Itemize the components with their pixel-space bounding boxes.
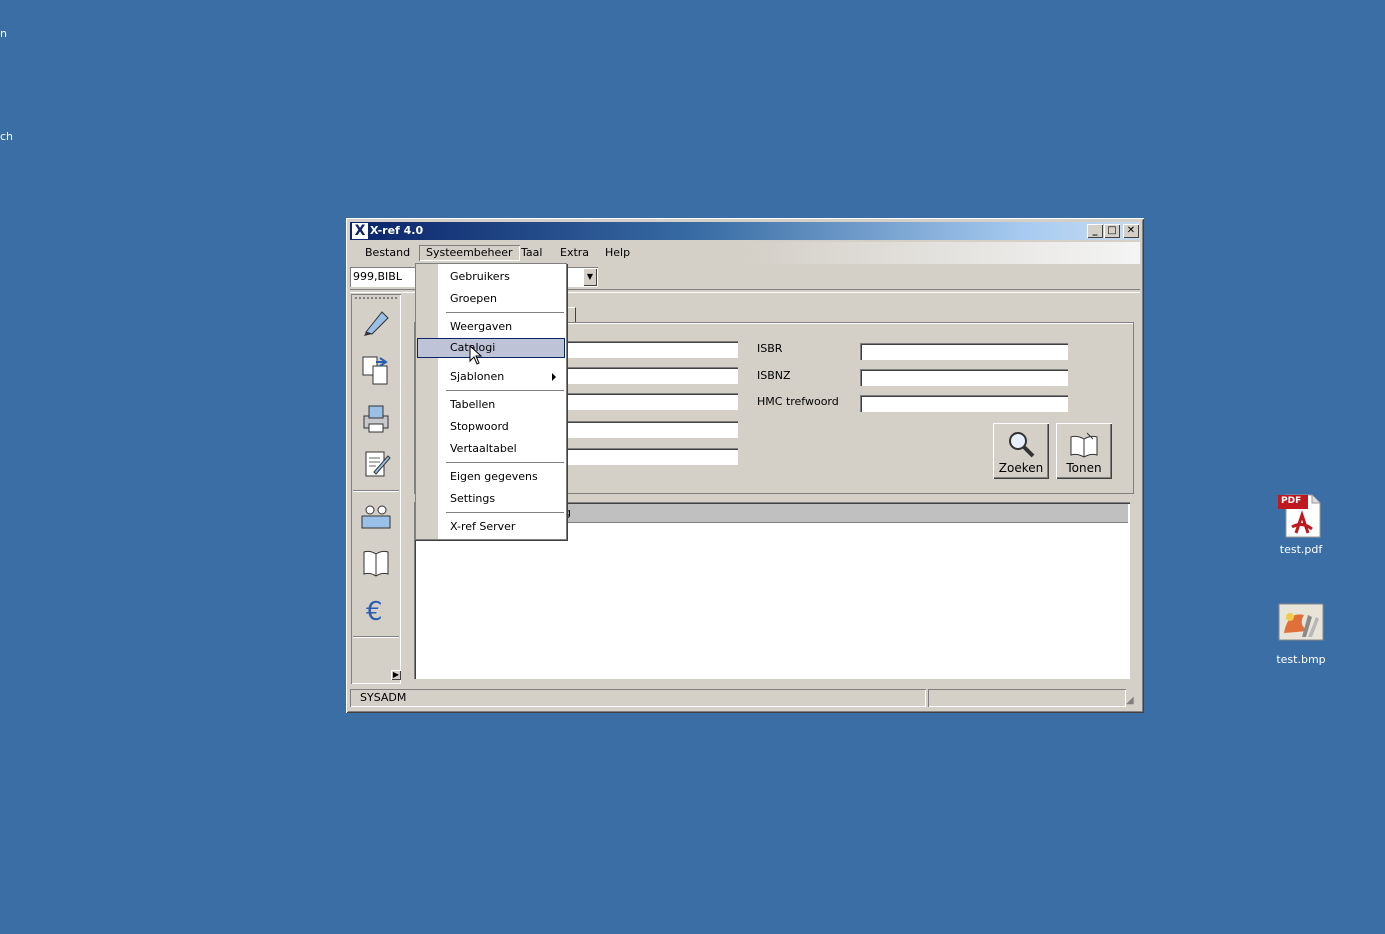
maximize-button[interactable]: □ [1104,224,1120,238]
search-field-1[interactable] [564,341,738,358]
app-logo-icon: X [352,223,368,239]
users-icon[interactable] [360,500,392,532]
mouse-pointer-icon [469,345,483,365]
menu-separator [446,512,564,513]
menu-item-tabellen[interactable]: Tabellen [416,395,566,415]
menu-item-sjablonen[interactable]: Sjablonen [416,367,566,387]
search-field-4[interactable] [564,421,738,438]
show-button-label: Tonen [1066,461,1102,475]
menu-item-gebruikers[interactable]: Gebruikers [416,267,566,287]
status-bar: SYSADM ◢ [350,689,1140,709]
pdf-badge: PDF [1281,496,1302,506]
resize-grip-icon[interactable]: ◢ [1126,695,1138,707]
menu-item-catalogi[interactable]: Catalogi [417,338,565,358]
desktop-icon-label: test.bmp [1276,653,1326,666]
menu-systeembeheer[interactable]: Systeembeheer [419,245,520,261]
desktop-icon-test-pdf[interactable]: PDF test.pdf [1261,493,1341,556]
menu-separator [446,462,564,463]
printer-icon[interactable] [360,402,392,434]
sidebar-grip [355,297,397,299]
search-button[interactable]: Zoeken [993,423,1049,479]
menu-taal[interactable]: Taal [514,245,549,261]
status-right [928,689,1126,707]
edit-document-icon[interactable] [360,448,392,480]
documents-icon[interactable] [360,354,392,386]
bitmap-file-icon [1278,603,1324,649]
window-title: X-ref 4.0 [370,224,424,237]
menu-item-settings[interactable]: Settings [416,489,566,509]
menu-item-stopwoord[interactable]: Stopwoord [416,417,566,437]
menu-bar: Bestand Systeembeheer Taal Extra Help [350,242,1140,264]
sidebar-divider [353,490,399,492]
menu-separator [446,390,564,391]
book-icon[interactable] [360,546,392,578]
chevron-down-icon[interactable]: ▼ [583,268,597,286]
menu-item-weergaven[interactable]: Weergaven [416,317,566,337]
submenu-arrow-icon [552,373,556,381]
desktop-icon-test-bmp[interactable]: test.bmp [1261,603,1341,666]
isbr-label: ISBR [757,342,783,355]
hmc-trefwoord-label: HMC trefwoord [757,395,839,408]
desktop-label-fragment: ch [0,130,14,143]
search-field-5[interactable] [564,448,738,465]
menu-bestand[interactable]: Bestand [358,245,417,261]
isbnz-field[interactable] [860,369,1068,386]
minimize-button[interactable]: _ [1087,224,1103,238]
pdf-file-icon: PDF [1278,493,1324,539]
menu-item-groepen[interactable]: Groepen [416,289,566,309]
magnifier-icon [1009,432,1035,458]
menu-item-sjablonen-label: Sjablonen [450,370,505,383]
menu-item-eigen-gegevens[interactable]: Eigen gegevens [416,467,566,487]
hmc-trefwoord-field[interactable] [860,395,1068,412]
sidebar-scroll-right-button[interactable]: ▶ [391,670,401,680]
desktop-label-fragment: n [0,27,7,40]
status-user: SYSADM [350,689,926,707]
search-button-label: Zoeken [998,461,1044,475]
svg-text:€: € [366,597,383,626]
show-button[interactable]: Tonen [1056,423,1112,479]
menu-item-vertaaltabel[interactable]: Vertaaltabel [416,439,566,459]
open-book-icon [1070,432,1098,458]
menu-item-xref-server[interactable]: X-ref Server [416,517,566,537]
database-select-value: 999,BIBL [353,270,402,283]
systeembeheer-menu: Gebruikers Groepen Weergaven Catalogi Sj… [415,263,567,540]
menu-extra[interactable]: Extra [553,245,596,261]
menu-separator [446,312,564,313]
euro-icon[interactable]: € [360,594,392,627]
menu-help[interactable]: Help [598,245,637,261]
search-field-2[interactable] [564,367,738,384]
title-bar[interactable]: X X-ref 4.0 _ □ ✕ [350,222,1140,240]
sidebar-divider [353,636,399,638]
isbr-field[interactable] [860,343,1068,360]
search-field-3[interactable] [564,393,738,410]
pencil-icon[interactable] [360,306,392,338]
sidebar: € ▶ [351,294,401,684]
desktop-icon-label: test.pdf [1279,543,1323,556]
isbnz-label: ISBNZ [757,369,791,382]
close-button[interactable]: ✕ [1123,224,1139,238]
